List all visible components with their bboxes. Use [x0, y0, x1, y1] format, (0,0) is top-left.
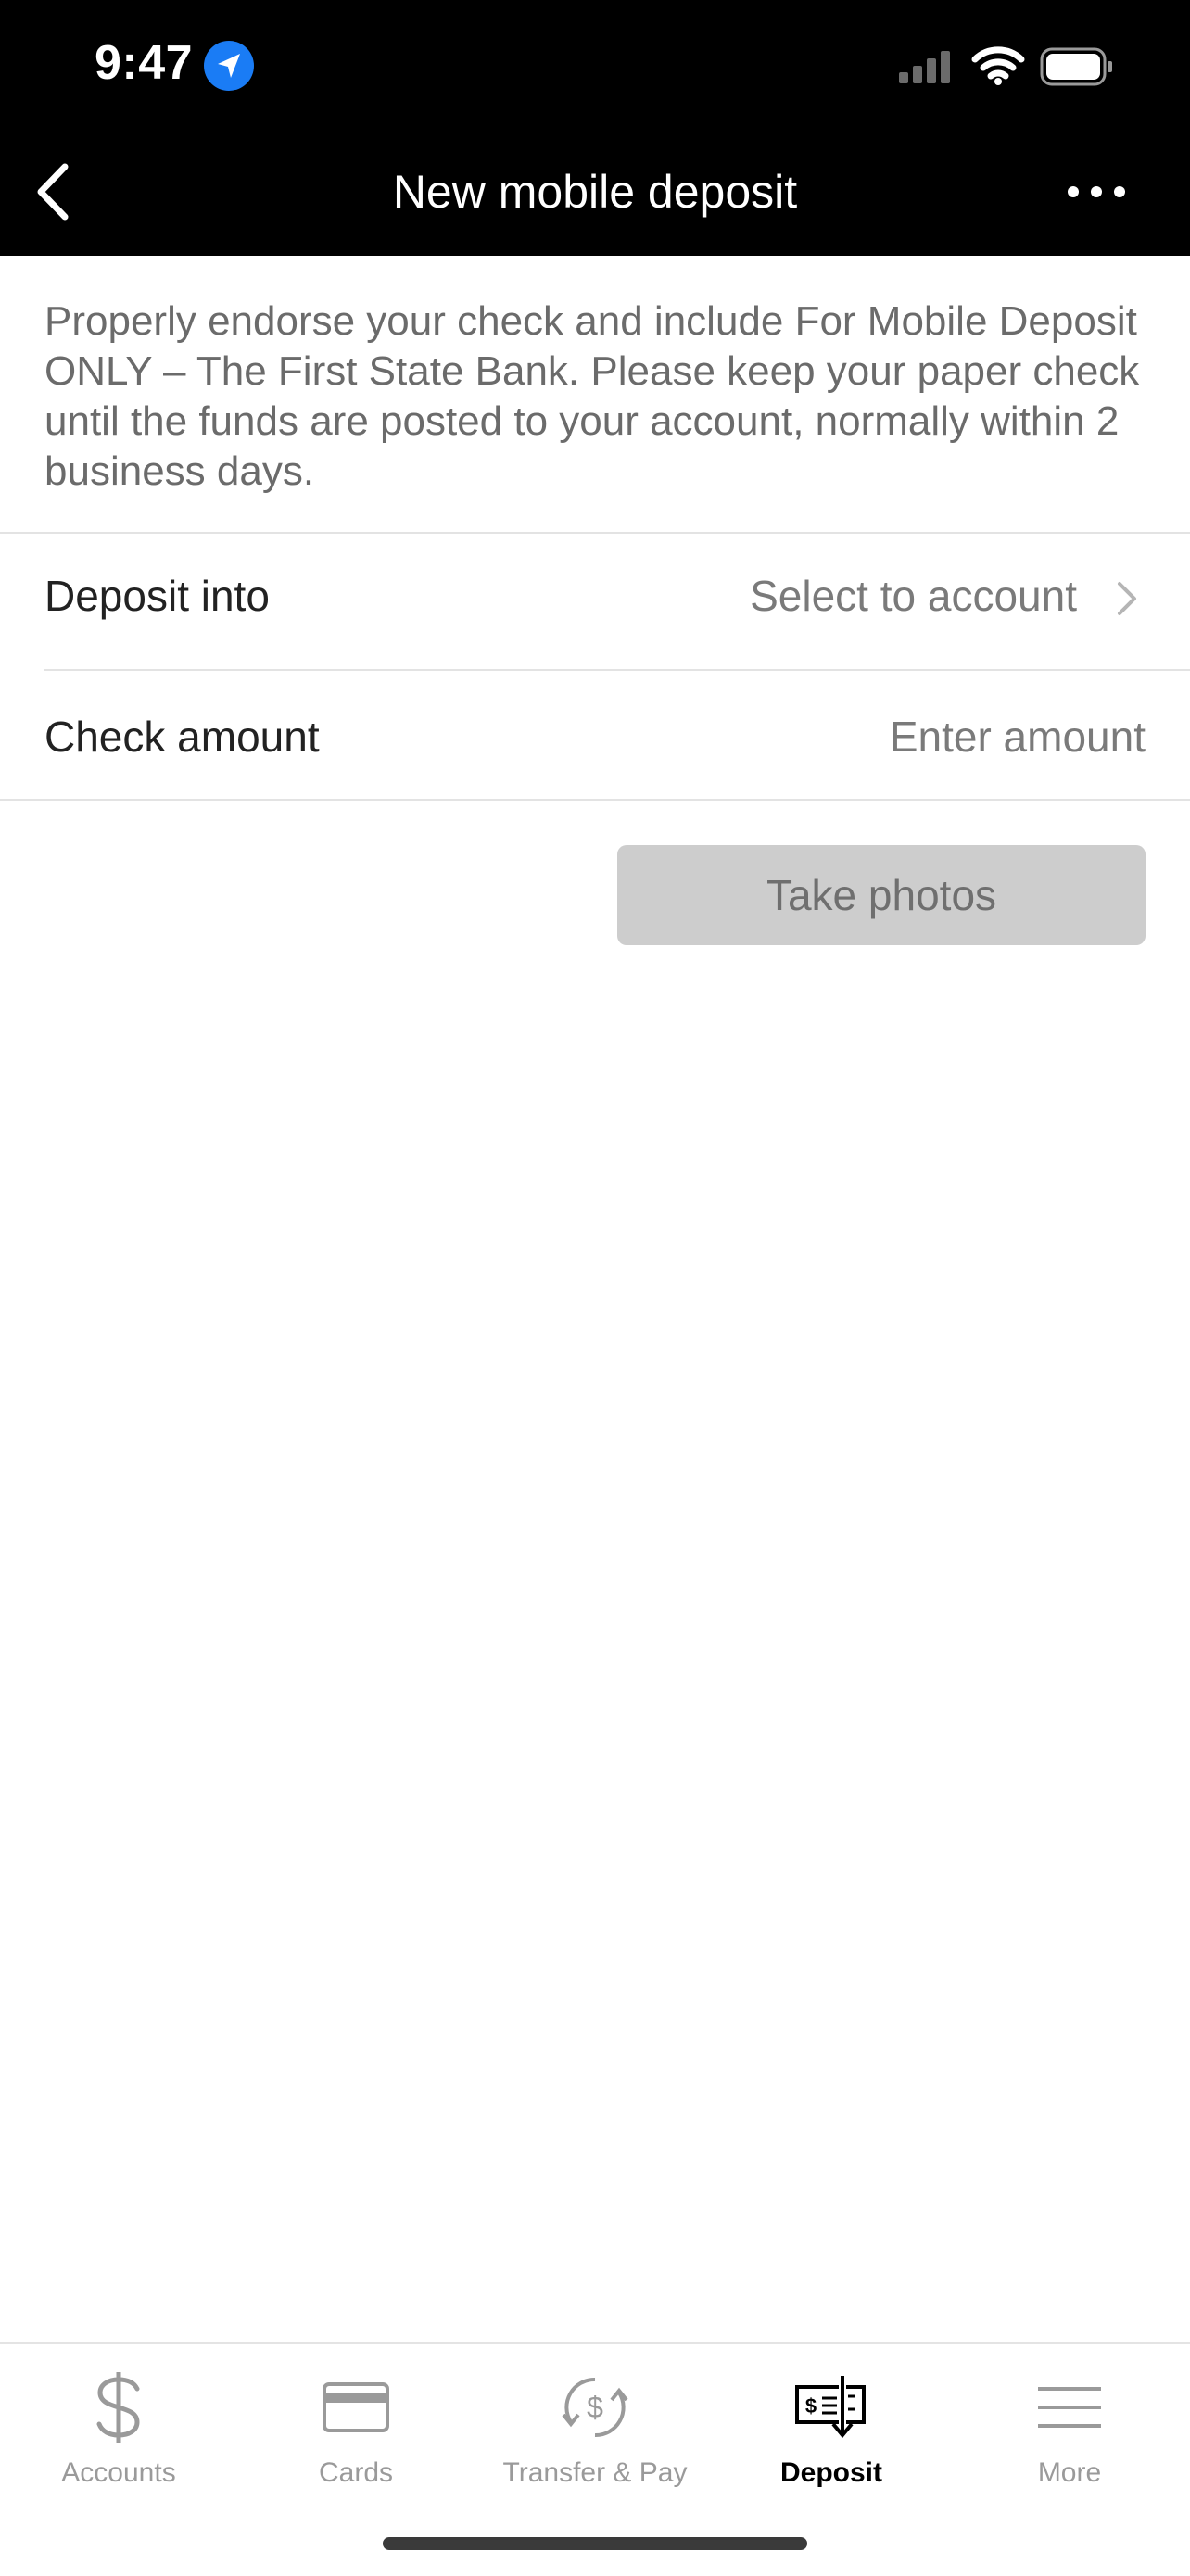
tab-transfer-pay[interactable]: $ Transfer & Pay	[476, 2344, 714, 2502]
tab-label: Cards	[318, 2457, 394, 2488]
more-options-icon[interactable]	[1064, 178, 1129, 206]
chevron-right-icon	[1116, 580, 1138, 622]
tab-label: Deposit	[779, 2457, 882, 2488]
header-bar: 9:47 New mobile deposit	[0, 0, 1190, 256]
check-amount-input[interactable]: Enter amount	[890, 712, 1146, 762]
tab-label: More	[1037, 2457, 1102, 2488]
battery-icon	[1040, 46, 1114, 92]
divider	[0, 799, 1190, 801]
tab-label: Transfer & Pay	[502, 2457, 688, 2488]
check-deposit-icon: $	[713, 2363, 950, 2452]
tab-more[interactable]: More	[951, 2344, 1188, 2502]
take-photos-button[interactable]: Take photos	[617, 845, 1146, 945]
card-icon	[237, 2363, 475, 2452]
transfer-icon: $	[476, 2363, 714, 2452]
menu-icon	[951, 2363, 1188, 2452]
tab-cards[interactable]: Cards	[237, 2344, 475, 2502]
status-time: 9:47	[95, 36, 194, 90]
wifi-icon	[971, 46, 1025, 90]
home-indicator[interactable]	[383, 2537, 807, 2550]
tab-label: Accounts	[61, 2457, 176, 2488]
divider	[44, 669, 1190, 671]
location-arrow-icon	[204, 41, 254, 91]
page-title: New mobile deposit	[392, 166, 798, 218]
check-amount-label: Check amount	[44, 713, 320, 761]
endorsement-instructions: Properly endorse your check and include …	[44, 298, 1140, 494]
tab-accounts[interactable]: Accounts	[0, 2344, 237, 2502]
dollar-icon	[0, 2363, 237, 2452]
deposit-account-select[interactable]: Select to account	[750, 571, 1077, 621]
cellular-signal-icon	[899, 50, 955, 88]
deposit-into-label: Deposit into	[44, 572, 270, 620]
svg-text:$: $	[805, 2394, 817, 2418]
svg-text:$: $	[587, 2391, 603, 2424]
tab-deposit[interactable]: $ Deposit	[713, 2344, 950, 2502]
divider	[0, 532, 1190, 534]
